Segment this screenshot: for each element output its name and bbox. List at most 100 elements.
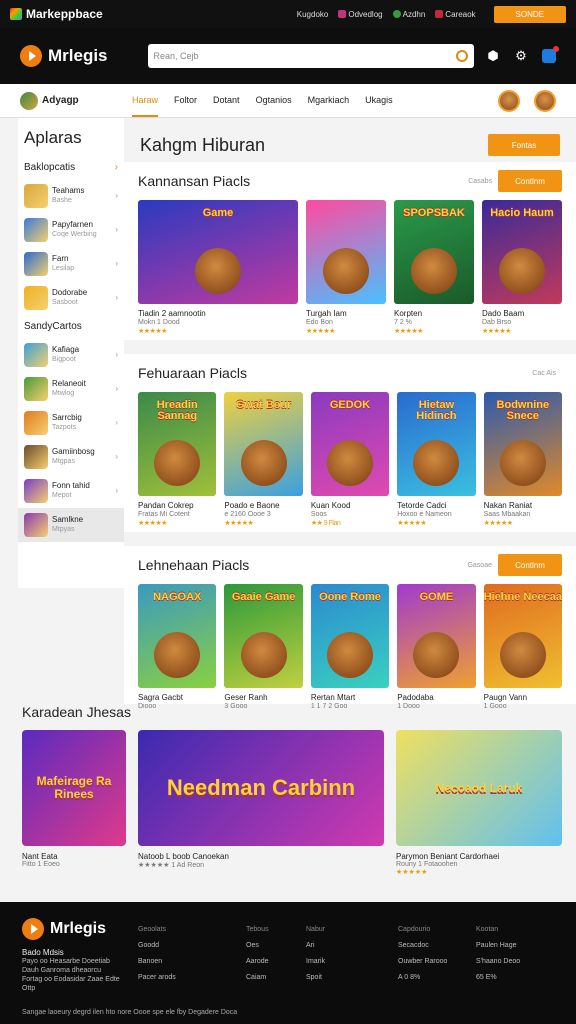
tab-4[interactable]: Ogtanios	[256, 85, 292, 117]
top-bar: Markeppbace Kugdoko Odvedlog Azdhn Carea…	[0, 0, 576, 28]
sidebar-item[interactable]: Gamiinbosg Mtgpas ›	[18, 440, 124, 474]
user-avatars	[498, 89, 556, 112]
notification-icon[interactable]: ⬢	[486, 49, 500, 63]
game-card[interactable]: Bodwnine Snece Nakan Raniat Saas Mbaakan ★★…	[483, 392, 563, 527]
featured-thumbnail[interactable]: Needman Carbinn	[138, 730, 384, 846]
sidebar-item[interactable]: Relaneoit Mtwlog ›	[18, 372, 124, 406]
sidebar-item-thumb	[24, 218, 48, 242]
game-thumbnail[interactable]: Gwat Bour	[224, 392, 303, 496]
footer-link[interactable]: 65 E%	[476, 970, 520, 986]
featured-card[interactable]: Mafeirage Ra Rinees Nant Eata Fitto 1 Eoeo	[22, 730, 126, 876]
signup-button[interactable]: SONDE	[493, 5, 566, 23]
footer-link[interactable]: Secacdoc	[398, 938, 447, 954]
continue-button[interactable]: Contlnm	[498, 170, 562, 192]
footer-link[interactable]: Caiam	[246, 970, 269, 986]
featured-thumbnail[interactable]: Necoaod Laruk	[396, 730, 562, 846]
game-card[interactable]: GEDOK Kuan Kood Soos ★★ 9 Flan	[310, 392, 390, 527]
sidebar-section-header[interactable]: Baklopcatis ›	[18, 156, 124, 179]
top-link-1[interactable]: Kugdoko	[297, 10, 329, 19]
game-card[interactable]: Oone Rome Rertan Mtart 1 1 7 2 Goo	[310, 584, 390, 710]
game-thumbnail[interactable]: GOME	[397, 584, 476, 688]
sidebar-item[interactable]: Dodorabe Sasboot ›	[18, 281, 124, 315]
game-thumbnail[interactable]: Oone Rome	[310, 584, 390, 688]
footer-link[interactable]: Ouwber Rarooo	[398, 954, 447, 970]
featured-thumbnail[interactable]: Mafeirage Ra Rinees	[22, 730, 126, 846]
tab-6[interactable]: Ukagis	[365, 85, 393, 117]
game-thumbnail[interactable]: Hacio Haum	[482, 200, 562, 304]
game-card[interactable]: Hietaw Hidinch Tetorde Cadci Hoxoo e Nameo…	[397, 392, 476, 527]
featured-subtitle: ★★★★★ 1 Ad Reon	[138, 862, 205, 869]
footer-link[interactable]: Banoen	[138, 954, 176, 970]
game-card[interactable]: NAGOAX Sagra Gacbt Diooo	[138, 584, 217, 710]
see-all-link[interactable]: Gasoae	[467, 562, 492, 569]
game-name: Tiadin 2 aamnootin	[138, 309, 206, 318]
sidebar-item-thumb	[24, 513, 48, 537]
game-art-title: Bodwnine Snece	[496, 399, 550, 422]
tab-5[interactable]: Mgarkiach	[308, 85, 350, 117]
featured-card[interactable]: Necoaod Laruk Parymon Beniant Cardorhaei R…	[396, 730, 562, 876]
game-thumbnail[interactable]: GEDOK	[310, 392, 390, 496]
game-card[interactable]: Hiehne Neecaa Paugn Vann 1 Gooo	[483, 584, 563, 710]
search-icon[interactable]	[455, 50, 468, 62]
top-link-3[interactable]: Azdhn	[392, 10, 425, 19]
footer-link[interactable]: Goodd	[138, 938, 176, 954]
footer-link[interactable]: Imarik	[306, 954, 325, 970]
sidebar-item-sub: Mtgpas	[52, 458, 75, 465]
game-thumbnail[interactable]: Game	[138, 200, 298, 304]
footer-link[interactable]: A 0 8%	[398, 970, 447, 986]
game-card[interactable]: GOME Padodaba 1 Dooo	[397, 584, 476, 710]
search-input[interactable]: Rean, Cejb	[147, 44, 474, 68]
chevron-right-icon: ›	[115, 259, 118, 268]
see-all-link[interactable]: Cac Ais	[532, 370, 556, 377]
sidebar-section-header[interactable]: SandyCartos	[18, 315, 124, 338]
avatar[interactable]	[498, 89, 520, 112]
top-link-2[interactable]: Odvedlog	[338, 10, 383, 19]
sidebar-item[interactable]: Farn Lesilap ›	[18, 247, 124, 281]
fontas-button[interactable]: Fontas	[488, 134, 560, 156]
see-all-link[interactable]: Casabs	[468, 178, 492, 185]
tab-3[interactable]: Dotant	[213, 85, 240, 117]
continue-button[interactable]: Contlnm	[498, 554, 562, 576]
game-thumbnail[interactable]: NAGOAX	[138, 584, 217, 688]
play-logo-icon	[22, 918, 44, 940]
footer-link[interactable]: Paulen Hage	[476, 938, 520, 954]
game-thumbnail[interactable]: SPOPSBAK	[394, 200, 474, 304]
footer-link[interactable]: Ari	[306, 938, 325, 954]
game-card[interactable]: Gaaie Game Geser Ranh 3 Gooo	[224, 584, 303, 710]
sidebar-item[interactable]: Samlkne Mtpyas	[18, 508, 124, 542]
brand-logo[interactable]: Mrlegis	[20, 45, 108, 67]
footer-logo[interactable]: Mrlegis	[22, 918, 122, 940]
game-card[interactable]: Gwat Bour Poado e Baone e 2160 Oooe 3 ★★★★★	[224, 392, 303, 527]
sidebar-item[interactable]: Fonn tahid Mepot ›	[18, 474, 124, 508]
game-card[interactable]: SPOPSBAK Korpten 7 2 % ★★★★★	[394, 200, 474, 335]
sidebar-item[interactable]: Sarrcbig Tazpots ›	[18, 406, 124, 440]
footer-link[interactable]: Spoit	[306, 970, 325, 986]
footer-link[interactable]: S'haano Deoo	[476, 954, 520, 970]
tab-2[interactable]: Foltor	[174, 85, 197, 117]
marketplace-logo[interactable]: Markeppbace	[10, 7, 103, 21]
game-thumbnail[interactable]: Hietaw Hidinch	[397, 392, 476, 496]
game-card[interactable]: Hacio Haum Dado Baam Dab Brso ★★★★★	[482, 200, 562, 335]
top-link-4[interactable]: Careaok	[435, 10, 476, 19]
game-card[interactable]: Turgah Iam Edo Bon ★★★★★	[306, 200, 386, 335]
game-thumbnail[interactable]: Hiehne Neecaa	[483, 584, 563, 688]
game-thumbnail[interactable]: Hreadin Sannag	[138, 392, 217, 496]
sidebar-item[interactable]: Teahams Bashe ›	[18, 179, 124, 213]
sidebar-item[interactable]: Kafiaga Bigpoot ›	[18, 338, 124, 372]
footer-link[interactable]: Aarode	[246, 954, 269, 970]
avatar[interactable]	[534, 89, 556, 112]
featured-card[interactable]: Needman Carbinn Natoob L boob Canoekan ★★★…	[138, 730, 384, 876]
footer-desc-text: Payo oo Heasarbe Doeetiab Dauh Ganroma d…	[22, 958, 120, 992]
cart-icon[interactable]	[542, 46, 559, 63]
game-thumbnail[interactable]	[306, 200, 386, 304]
footer-link[interactable]: Pacer arods	[138, 970, 176, 986]
game-card[interactable]: Game Tiadin 2 aamnootin Mokn 1 Dood ★★★★★	[138, 200, 298, 335]
tab-1[interactable]: Haraw	[132, 85, 159, 117]
game-thumbnail[interactable]: Gaaie Game	[224, 584, 303, 688]
game-thumbnail[interactable]: Bodwnine Snece	[483, 392, 563, 496]
footer-link[interactable]: Oes	[246, 938, 269, 954]
game-card[interactable]: Hreadin Sannag Pandan Cokrep Fratas Mi Cot…	[138, 392, 217, 527]
sidebar-item[interactable]: Papyfarnen Coqe Werbing ›	[18, 213, 124, 247]
category-selector[interactable]: Adyagp	[20, 91, 130, 110]
gear-icon[interactable]: ⚙	[514, 49, 528, 63]
